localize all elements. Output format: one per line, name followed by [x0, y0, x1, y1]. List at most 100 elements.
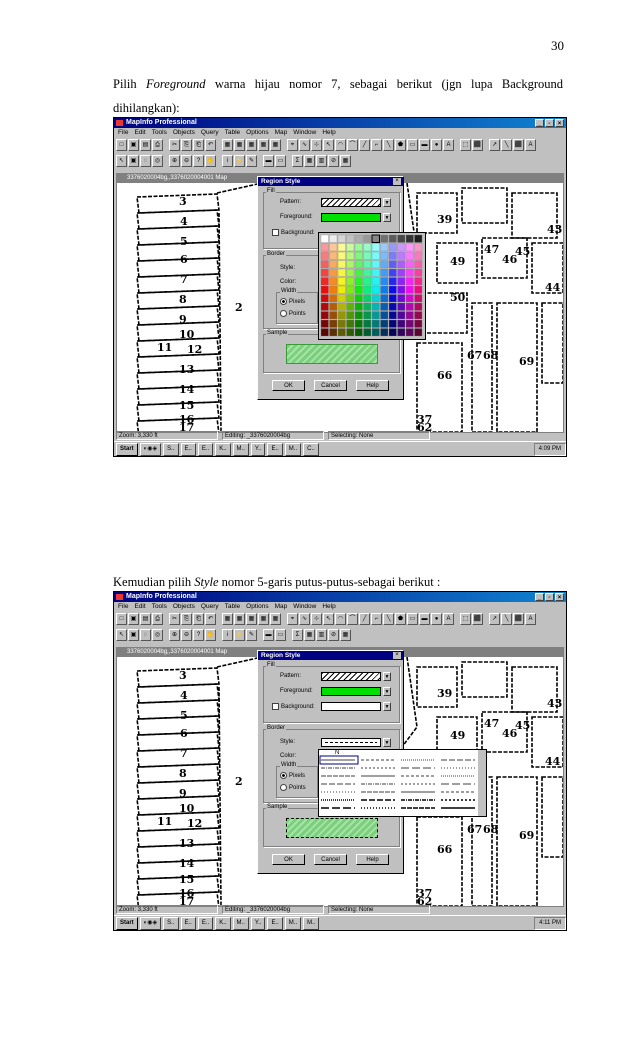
palette-color-cell[interactable] — [371, 294, 380, 303]
pattern-swatch[interactable] — [321, 672, 381, 681]
palette-color-cell[interactable] — [414, 251, 423, 260]
dialog-close-icon[interactable]: × — [393, 178, 401, 185]
palette-color-cell[interactable] — [405, 294, 414, 303]
palette-color-cell[interactable] — [414, 285, 423, 294]
toolbar-tool-icon[interactable]: ▭ — [407, 139, 418, 151]
task-item[interactable]: E.. — [180, 916, 196, 930]
toolbar-tool-icon[interactable]: ▦ — [340, 155, 351, 167]
toolbar-tool-icon[interactable]: ▦ — [246, 139, 257, 151]
toolbar-tool-icon[interactable]: ▦ — [340, 629, 351, 641]
palette-color-cell[interactable] — [329, 302, 338, 311]
palette-color-cell[interactable] — [380, 234, 389, 243]
foreground-swatch[interactable] — [321, 213, 381, 222]
palette-color-cell[interactable] — [354, 243, 363, 252]
palette-color-cell[interactable] — [414, 319, 423, 328]
palette-color-cell[interactable] — [354, 277, 363, 286]
palette-color-cell[interactable] — [320, 328, 329, 337]
palette-color-cell[interactable] — [371, 251, 380, 260]
toolbar-tool-icon[interactable]: ╲ — [501, 613, 512, 625]
menu-file[interactable]: File — [118, 128, 128, 138]
palette-color-cell[interactable] — [405, 260, 414, 269]
palette-color-cell[interactable] — [380, 319, 389, 328]
palette-color-cell[interactable] — [329, 294, 338, 303]
toolbar-tool-icon[interactable]: ⬚ — [460, 613, 471, 625]
toolbar-tool-icon[interactable]: ⚡ — [234, 155, 245, 167]
palette-color-cell[interactable] — [380, 328, 389, 337]
palette-color-cell[interactable] — [371, 234, 380, 243]
toolbar-tool-icon[interactable]: ⬛ — [472, 613, 483, 625]
quicklaunch-icons[interactable]: ◐◉◈ — [139, 916, 162, 930]
palette-color-cell[interactable] — [405, 277, 414, 286]
palette-color-cell[interactable] — [388, 260, 397, 269]
palette-color-cell[interactable] — [371, 243, 380, 252]
palette-color-cell[interactable] — [414, 234, 423, 243]
toolbar-tool-icon[interactable]: i — [222, 155, 233, 167]
toolbar-tool-icon[interactable]: ▣ — [128, 155, 139, 167]
palette-color-cell[interactable] — [354, 251, 363, 260]
dialog-close-icon[interactable]: × — [393, 652, 401, 659]
palette-color-cell[interactable] — [397, 294, 406, 303]
palette-color-cell[interactable] — [397, 243, 406, 252]
status-editing[interactable]: Editing: _3376020004bg — [222, 905, 324, 914]
toolbar-tool-icon[interactable]: ⊘ — [328, 629, 339, 641]
start-button[interactable]: Start — [116, 442, 138, 456]
background-swatch[interactable] — [321, 702, 381, 711]
palette-color-cell[interactable] — [388, 302, 397, 311]
palette-color-cell[interactable] — [397, 251, 406, 260]
toolbar-tool-icon[interactable]: ↖ — [116, 155, 127, 167]
toolbar-tool-icon[interactable]: ◌ — [140, 629, 151, 641]
task-item[interactable]: S.. — [163, 442, 179, 456]
quicklaunch-icons[interactable]: ◐◉◈ — [139, 442, 162, 456]
palette-color-cell[interactable] — [363, 260, 372, 269]
close-icon[interactable]: × — [555, 593, 564, 601]
task-item[interactable]: E.. — [197, 442, 214, 456]
menu-help[interactable]: Help — [322, 128, 335, 138]
style-swatch[interactable] — [321, 738, 381, 747]
menu-file[interactable]: File — [118, 602, 128, 612]
foreground-dropdown-icon[interactable]: ▼ — [383, 687, 391, 696]
toolbar-tool-icon[interactable]: ⌐ — [371, 613, 382, 625]
palette-color-cell[interactable] — [346, 234, 355, 243]
toolbar-tool-icon[interactable]: ● — [431, 139, 442, 151]
toolbar-tool-icon[interactable]: ▦ — [304, 155, 315, 167]
palette-color-cell[interactable] — [388, 319, 397, 328]
palette-color-cell[interactable] — [363, 328, 372, 337]
toolbar-tool-icon[interactable]: ⬛ — [513, 613, 524, 625]
palette-color-cell[interactable] — [337, 294, 346, 303]
palette-color-cell[interactable] — [388, 251, 397, 260]
pattern-dropdown-icon[interactable]: ▼ — [383, 198, 391, 207]
toolbar-tool-icon[interactable]: ⊹ — [311, 613, 322, 625]
palette-color-cell[interactable] — [354, 268, 363, 277]
palette-color-cell[interactable] — [414, 260, 423, 269]
palette-color-cell[interactable] — [354, 285, 363, 294]
toolbar-tool-icon[interactable]: ▦ — [258, 139, 269, 151]
close-icon[interactable]: × — [555, 119, 564, 127]
task-item[interactable]: K.. — [215, 442, 231, 456]
palette-color-cell[interactable] — [380, 285, 389, 294]
palette-color-cell[interactable] — [414, 302, 423, 311]
palette-color-cell[interactable] — [388, 285, 397, 294]
palette-color-cell[interactable] — [337, 243, 346, 252]
palette-color-cell[interactable] — [371, 319, 380, 328]
palette-color-cell[interactable] — [414, 294, 423, 303]
palette-color-cell[interactable] — [371, 311, 380, 320]
background-dropdown-icon[interactable]: ▼ — [383, 702, 391, 711]
toolbar-tool-icon[interactable]: ⊘ — [328, 155, 339, 167]
palette-color-cell[interactable] — [320, 277, 329, 286]
palette-color-cell[interactable] — [337, 311, 346, 320]
status-selecting[interactable]: Selecting: None — [328, 431, 430, 440]
menu-edit[interactable]: Edit — [134, 602, 145, 612]
palette-color-cell[interactable] — [320, 243, 329, 252]
palette-color-cell[interactable] — [380, 302, 389, 311]
palette-color-cell[interactable] — [397, 277, 406, 286]
line-style-list[interactable]: N — [318, 749, 487, 817]
toolbar-tool-icon[interactable]: ▥ — [316, 629, 327, 641]
cancel-button[interactable]: Cancel — [314, 380, 347, 391]
palette-color-cell[interactable] — [346, 277, 355, 286]
palette-color-cell[interactable] — [363, 277, 372, 286]
toolbar-tool-icon[interactable]: ↶ — [205, 613, 216, 625]
palette-color-cell[interactable] — [388, 311, 397, 320]
palette-color-cell[interactable] — [397, 268, 406, 277]
toolbar-tool-icon[interactable]: ▦ — [222, 139, 233, 151]
palette-color-cell[interactable] — [354, 328, 363, 337]
